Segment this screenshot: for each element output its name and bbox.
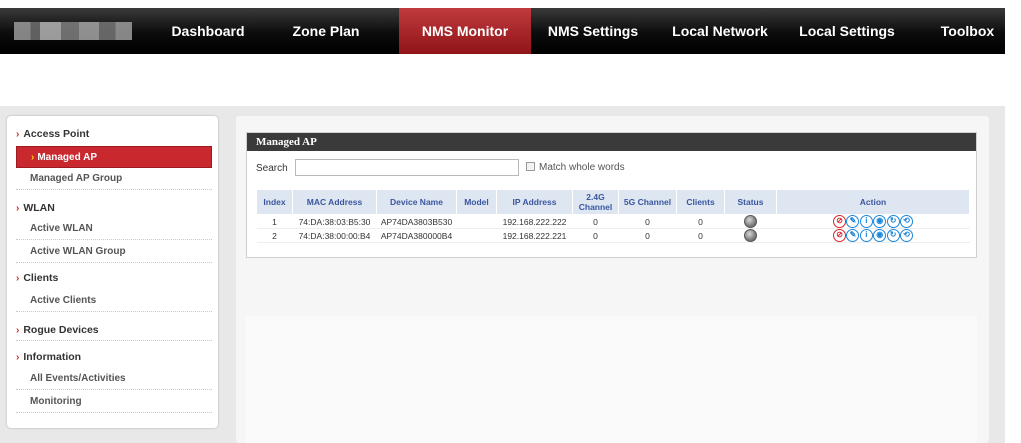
sidebar-section-label: Information	[23, 351, 82, 363]
cell-device-name: AP74DA3803B530	[376, 214, 457, 229]
blink-icon[interactable]: ◉	[873, 229, 887, 242]
empty-content-area	[246, 316, 977, 443]
brand-logo	[14, 22, 132, 40]
chevron-right-icon: ›	[16, 203, 20, 214]
cell-24g-channel: 0	[572, 214, 619, 229]
cell-status	[724, 214, 777, 229]
sidebar-section-information[interactable]: › Information	[16, 351, 81, 363]
sidebar-item-managed-ap[interactable]: › Managed AP	[16, 146, 212, 168]
nav-toolbox[interactable]: Toolbox	[930, 8, 1005, 54]
match-whole-words-checkbox[interactable]	[526, 162, 535, 171]
cell-index: 2	[256, 228, 293, 243]
search-label: Search	[256, 163, 288, 174]
nav-local-network[interactable]: Local Network	[664, 8, 776, 54]
col-model[interactable]: Model	[456, 189, 497, 215]
sidebar-section-wlan[interactable]: › WLAN	[16, 202, 55, 214]
table-row: 1 74:DA:38:03:B5:30 AP74DA3803B530 192.1…	[256, 214, 970, 229]
top-nav-bar: Dashboard Zone Plan NMS Monitor NMS Sett…	[0, 8, 1005, 54]
disable-icon[interactable]: ⊘	[833, 215, 847, 228]
nav-nms-settings[interactable]: NMS Settings	[539, 8, 647, 54]
col-mac-address[interactable]: MAC Address	[292, 189, 377, 215]
col-channel-label: Channel	[578, 202, 613, 212]
cell-ip-link[interactable]: 192.168.222.221	[496, 228, 573, 243]
nav-zone-plan[interactable]: Zone Plan	[277, 8, 375, 54]
info-icon[interactable]: i	[859, 215, 873, 228]
main-panel: Managed AP Search Match whole words Inde…	[236, 116, 989, 443]
sidebar: › Access Point › Managed AP Managed AP Gro…	[7, 116, 218, 428]
col-status[interactable]: Status	[724, 189, 777, 215]
col-index[interactable]: Index	[256, 189, 293, 215]
cell-clients: 0	[676, 214, 725, 229]
cell-mac-link[interactable]: 74:DA:38:03:B5:30	[292, 214, 377, 229]
chevron-right-icon: ›	[31, 152, 35, 163]
managed-ap-panel: Managed AP Search Match whole words Inde…	[246, 132, 977, 258]
col-device-name[interactable]: Device Name	[376, 189, 457, 215]
reset-icon[interactable]: ⟲	[899, 229, 913, 242]
col-24g-label: 2.4G	[586, 192, 605, 202]
cell-actions: ⊘ ✎ i ◉ ↻ ⟲	[776, 214, 970, 229]
cell-model	[456, 228, 497, 243]
reset-icon[interactable]: ⟲	[899, 215, 913, 228]
nav-local-settings[interactable]: Local Settings	[790, 8, 904, 54]
cell-ip-link[interactable]: 192.168.222.222	[496, 214, 573, 229]
col-24g-channel[interactable]: 2.4G Channel	[572, 189, 619, 215]
sidebar-divider	[16, 340, 212, 341]
sidebar-section-access-point[interactable]: › Access Point	[16, 128, 89, 140]
cell-device-name: AP74DA380000B4	[376, 228, 457, 243]
cell-actions: ⊘ ✎ i ◉ ↻ ⟲	[776, 228, 970, 243]
table-row: 2 74:DA:38:00:00:B4 AP74DA380000B4 192.1…	[256, 228, 970, 243]
chevron-right-icon: ›	[16, 325, 20, 336]
sidebar-item-label: Managed AP	[37, 152, 97, 163]
disable-icon[interactable]: ⊘	[833, 229, 847, 242]
col-clients[interactable]: Clients	[676, 189, 725, 215]
cell-5g-channel: 0	[618, 228, 677, 243]
cell-clients: 0	[676, 228, 725, 243]
sidebar-section-clients[interactable]: › Clients	[16, 272, 58, 284]
edit-icon[interactable]: ✎	[846, 215, 860, 228]
chevron-right-icon: ›	[16, 273, 20, 284]
nav-dashboard[interactable]: Dashboard	[150, 8, 266, 54]
cell-index: 1	[256, 214, 293, 229]
nav-nms-monitor[interactable]: NMS Monitor	[399, 8, 531, 54]
sidebar-item-active-wlan-group[interactable]: Active WLAN Group	[16, 241, 212, 263]
chevron-right-icon: ›	[16, 352, 20, 363]
cell-model	[456, 214, 497, 229]
sidebar-section-rogue-devices[interactable]: › Rogue Devices	[16, 324, 99, 336]
cell-5g-channel: 0	[618, 214, 677, 229]
col-action: Action	[776, 189, 970, 215]
sidebar-item-monitoring[interactable]: Monitoring	[16, 391, 212, 413]
sidebar-item-managed-ap-group[interactable]: Managed AP Group	[16, 168, 212, 190]
col-ip-address[interactable]: IP Address	[496, 189, 573, 215]
sidebar-section-label: Clients	[23, 272, 59, 284]
restart-icon[interactable]: ↻	[886, 229, 900, 242]
status-indicator-icon	[744, 215, 757, 228]
cell-status	[724, 228, 777, 243]
managed-ap-table: Index MAC Address Device Name Model IP A…	[256, 189, 970, 243]
sidebar-item-all-events[interactable]: All Events/Activities	[16, 368, 212, 390]
sidebar-item-active-clients[interactable]: Active Clients	[16, 290, 212, 312]
sidebar-section-label: WLAN	[23, 202, 55, 214]
panel-title: Managed AP	[247, 133, 976, 151]
sidebar-section-label: Access Point	[23, 128, 90, 140]
info-icon[interactable]: i	[859, 229, 873, 242]
edit-icon[interactable]: ✎	[846, 229, 860, 242]
table-header-row: Index MAC Address Device Name Model IP A…	[256, 189, 970, 215]
sidebar-item-active-wlan[interactable]: Active WLAN	[16, 218, 212, 240]
restart-icon[interactable]: ↻	[886, 215, 900, 228]
chevron-right-icon: ›	[16, 129, 20, 140]
match-whole-words-label: Match whole words	[539, 162, 625, 173]
search-input[interactable]	[295, 159, 519, 176]
cell-24g-channel: 0	[572, 228, 619, 243]
cell-mac-link[interactable]: 74:DA:38:00:00:B4	[292, 228, 377, 243]
col-5g-channel[interactable]: 5G Channel	[618, 189, 677, 215]
blink-icon[interactable]: ◉	[873, 215, 887, 228]
status-indicator-icon	[744, 229, 757, 242]
sidebar-section-label: Rogue Devices	[23, 324, 99, 336]
